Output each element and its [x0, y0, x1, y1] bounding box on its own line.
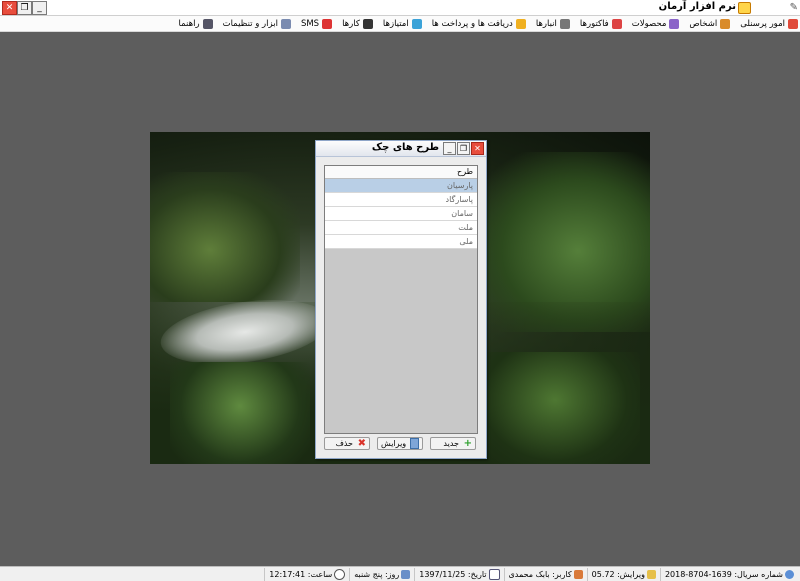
dialog-minimize-button[interactable]: _	[443, 142, 456, 155]
invoice-icon	[611, 18, 622, 29]
score-icon	[411, 18, 422, 29]
dialog-titlebar[interactable]: ✎ طرح های چک _ ❐ ✕	[316, 141, 486, 157]
status-serial-text: شماره سریال: 1639-8704-2018	[664, 569, 783, 579]
edit-button-label: ویرایش	[381, 439, 407, 448]
close-button[interactable]: ✕	[2, 1, 17, 15]
status-day: روز: پنج شنبه	[349, 567, 414, 581]
dialog-restore-button[interactable]: ❐	[457, 142, 470, 155]
status-serial: شماره سریال: 1639-8704-2018	[659, 567, 798, 581]
menu-item-label: اشخاص	[689, 18, 718, 29]
edit-icon	[410, 438, 419, 449]
status-user-text: کاربر: بابک محمدی	[508, 569, 572, 579]
menu-item-label: راهنما	[178, 18, 200, 29]
delete-icon: ✖	[357, 438, 366, 449]
calendar-icon	[488, 568, 500, 580]
pencil-icon	[646, 569, 656, 579]
star-icon	[515, 18, 526, 29]
status-user: کاربر: بابک محمدی	[503, 567, 587, 581]
calendar-day-icon	[401, 569, 411, 579]
foliage	[470, 352, 640, 464]
user-icon	[573, 569, 583, 579]
clock-icon	[334, 568, 346, 580]
status-version-text: ویرایش: 05.72	[591, 569, 645, 579]
foliage	[170, 362, 310, 464]
window-title: نرم افزار آرمان	[658, 1, 736, 12]
menu-bar: امور پرسنلی اشخاص محصولات فاکتورها انبارها در…	[0, 16, 800, 32]
minimize-button[interactable]: _	[32, 1, 47, 15]
menu-item[interactable]: دریافت ها و پرداخت ها	[431, 18, 526, 29]
menu-item-label: محصولات	[631, 18, 667, 29]
delete-button[interactable]: ✖ حذف	[324, 437, 370, 450]
plus-icon: +	[463, 438, 472, 449]
status-date: تاریخ: 1397/11/25	[414, 567, 503, 581]
grid-column-header[interactable]: طرح	[325, 166, 477, 179]
status-day-text: روز: پنج شنبه	[354, 569, 400, 579]
menu-item-label: کارها	[342, 18, 360, 29]
menu-item-label: امتیازها	[382, 18, 409, 29]
table-row[interactable]: پاسارگاد	[325, 193, 477, 207]
menu-item-label: فاکتورها	[579, 18, 609, 29]
help-icon	[202, 18, 213, 29]
menu-item[interactable]: راهنما	[178, 18, 213, 29]
status-time: ساعت: 12:17:41	[264, 567, 349, 581]
app-icon	[738, 2, 751, 14]
table-row[interactable]: ملی	[325, 235, 477, 249]
dialog-close-button[interactable]: ✕	[471, 142, 484, 155]
new-button-label: جدید	[443, 439, 459, 448]
warehouse-icon	[559, 18, 570, 29]
menu-item-label: SMS	[300, 18, 320, 29]
table-row[interactable]: ملت	[325, 221, 477, 235]
pencil-icon: ✎	[789, 2, 798, 13]
people-icon	[788, 18, 798, 29]
menu-item[interactable]: اشخاص	[689, 18, 731, 29]
sms-icon	[322, 18, 333, 29]
menu-item[interactable]: ابزار و تنظیمات	[222, 18, 291, 29]
window-titlebar: ✎ نرم افزار آرمان _ ❐ ✕	[0, 0, 800, 16]
status-bar: شماره سریال: 1639-8704-2018 ویرایش: 05.7…	[0, 566, 800, 581]
chat-icon	[362, 18, 373, 29]
status-version: ویرایش: 05.72	[586, 567, 660, 581]
menu-item[interactable]: محصولات	[631, 18, 680, 29]
menu-item[interactable]: انبارها	[535, 18, 570, 29]
dialog-title: طرح های چک	[371, 142, 439, 153]
delete-button-label: حذف	[335, 439, 353, 448]
menu-item-label: امور پرسنلی	[740, 18, 785, 29]
designs-grid[interactable]: طرح پارسیان پاسارگاد سامان ملت ملی	[324, 165, 478, 434]
table-row[interactable]: سامان	[325, 207, 477, 221]
check-designs-dialog: ✎ طرح های چک _ ❐ ✕ طرح پارسیانپاسارگادسا…	[315, 140, 487, 459]
status-date-text: تاریخ: 1397/11/25	[419, 569, 487, 579]
menu-item[interactable]: SMS	[300, 18, 333, 29]
menu-item[interactable]: فاکتورها	[579, 18, 622, 29]
status-time-text: ساعت: 12:17:41	[269, 569, 333, 579]
foliage	[150, 172, 300, 302]
tools-icon	[280, 18, 291, 29]
table-row[interactable]: پارسیان	[325, 179, 477, 193]
menu-item-label: ابزار و تنظیمات	[222, 18, 278, 29]
menu-item[interactable]: کارها	[342, 18, 373, 29]
edit-button[interactable]: ویرایش	[377, 437, 423, 450]
menu-item[interactable]: امتیازها	[382, 18, 422, 29]
globe-icon	[785, 569, 794, 579]
person-icon	[720, 18, 731, 29]
box-icon	[669, 18, 680, 29]
menu-item[interactable]: امور پرسنلی	[740, 18, 798, 29]
menu-item-label: دریافت ها و پرداخت ها	[431, 18, 513, 29]
dialog-button-bar: + جدید ویرایش ✖ حذف	[324, 437, 476, 451]
restore-button[interactable]: ❐	[17, 1, 32, 15]
menu-item-label: انبارها	[535, 18, 557, 29]
new-button[interactable]: + جدید	[430, 437, 476, 450]
